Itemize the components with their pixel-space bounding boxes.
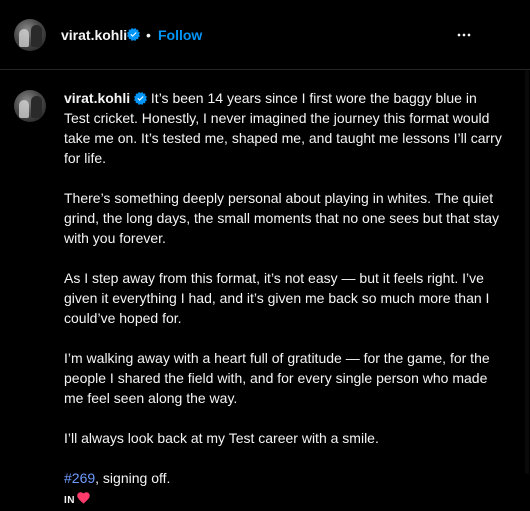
header-username[interactable]: virat.kohli	[61, 27, 127, 43]
signature-text: IN	[64, 495, 75, 506]
follow-button[interactable]: Follow	[158, 27, 202, 43]
caption-paragraph-text: It’s been 14 years since I first wore th…	[64, 90, 502, 166]
caption-username[interactable]: virat.kohli	[64, 90, 130, 106]
avatar[interactable]	[14, 19, 46, 51]
caption-paragraph-3: As I step away from this format, it’s no…	[64, 270, 490, 326]
hashtag-link[interactable]: #269	[64, 470, 95, 486]
post-header: virat.kohli • Follow	[0, 0, 530, 70]
caption-paragraph-2: There’s something deeply personal about …	[64, 190, 500, 246]
scrollbar[interactable]	[524, 70, 530, 474]
caption-text: virat.kohli It’s been 14 years since I f…	[64, 88, 504, 511]
heart-icon	[77, 492, 90, 504]
verified-badge-icon	[134, 92, 148, 105]
verified-badge-icon	[127, 28, 140, 41]
signoff-line: #269, signing off.	[64, 468, 504, 488]
signature-line: IN	[64, 488, 504, 511]
separator-dot: •	[146, 27, 151, 43]
more-horizontal-icon[interactable]	[454, 25, 474, 45]
caption-paragraph-1: virat.kohli It’s been 14 years since I f…	[64, 88, 504, 168]
caption-paragraph-4: I’m walking away with a heart full of gr…	[64, 350, 490, 406]
caption-paragraph-5: I’ll always look back at my Test career …	[64, 430, 379, 446]
caption-avatar[interactable]	[14, 90, 46, 122]
signoff-text: , signing off.	[95, 470, 171, 486]
